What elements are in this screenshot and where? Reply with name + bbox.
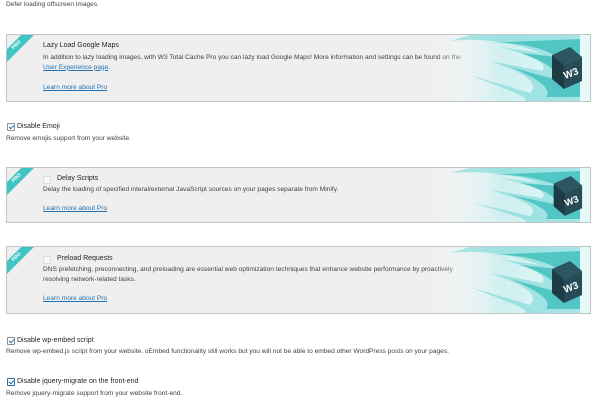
pro-ribbon-badge: PRO bbox=[7, 35, 39, 68]
learn-more-about-pro-link[interactable]: Learn more about Pro bbox=[43, 205, 107, 212]
disable-emoji-label: Disable Emoji bbox=[17, 123, 60, 130]
user-experience-page-link[interactable]: User Experience page bbox=[43, 64, 108, 71]
pro-ribbon-badge: PRO bbox=[7, 168, 39, 201]
w3-logo-icon: W3 bbox=[553, 176, 583, 216]
promo-description: Delay the loading of specified interal/e… bbox=[43, 186, 339, 193]
preload-requests-checkbox[interactable] bbox=[43, 256, 51, 264]
w3-logo-icon: W3 bbox=[552, 47, 582, 89]
promo-description: DNS prefetching, preconnecting, and prel… bbox=[43, 266, 453, 283]
disable-wp-embed-checkbox[interactable] bbox=[7, 337, 15, 345]
disable-jquery-migrate-label: Disable jquery-migrate on the front-end bbox=[17, 378, 139, 385]
promo-description: In addition to lazy loading images, with… bbox=[43, 54, 461, 71]
disable-jquery-migrate-description: Remove jquery-migrate support from your … bbox=[6, 390, 183, 397]
promo-title: Lazy Load Google Maps bbox=[43, 42, 119, 49]
lazy-load-description: Defer loading offscreen images. bbox=[6, 1, 99, 8]
disable-jquery-migrate-checkbox[interactable] bbox=[7, 378, 15, 386]
lazy-load-google-maps-promo: PRO Lazy Load Google Maps In addition to… bbox=[6, 34, 591, 102]
pro-ribbon-badge: PRO bbox=[7, 247, 39, 280]
learn-more-about-pro-link[interactable]: Learn more about Pro bbox=[43, 295, 107, 302]
preload-requests-promo: PRO Preload Requests DNS prefetching, pr… bbox=[6, 246, 591, 314]
promo-title: Preload Requests bbox=[57, 255, 113, 262]
w3-logo-icon: W3 bbox=[552, 261, 582, 303]
delay-scripts-promo: PRO Delay Scripts Delay the loading of s… bbox=[6, 167, 591, 223]
disable-wp-embed-label: Disable wp-embed script bbox=[17, 337, 94, 344]
learn-more-about-pro-link[interactable]: Learn more about Pro bbox=[43, 84, 107, 91]
disable-wp-embed-description: Remove wp-embed.js script from your webs… bbox=[6, 348, 449, 355]
disable-emoji-description: Remove emojis support from your website. bbox=[6, 135, 131, 142]
disable-emoji-checkbox[interactable] bbox=[7, 123, 15, 131]
promo-title: Delay Scripts bbox=[57, 175, 99, 182]
delay-scripts-checkbox[interactable] bbox=[43, 176, 51, 184]
